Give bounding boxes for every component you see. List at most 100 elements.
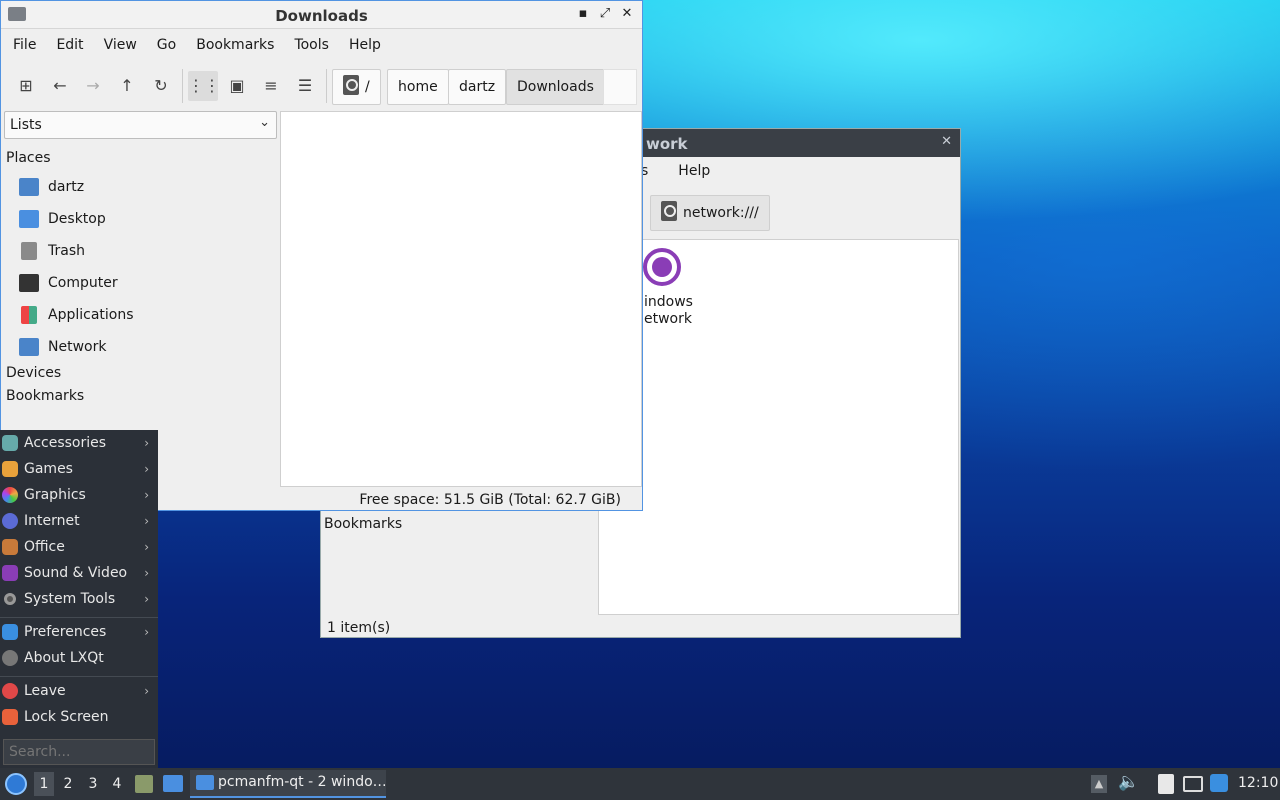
detailed-view-icon[interactable]: ☰ <box>290 71 320 101</box>
maximize-icon[interactable]: ⤢ <box>598 6 612 21</box>
chevron-right-icon: › <box>144 566 149 580</box>
path-downloads-button[interactable]: Downloads <box>506 69 605 105</box>
path-bar-empty[interactable] <box>603 69 637 105</box>
places-header[interactable]: Places <box>6 150 51 166</box>
file-manager-launcher-icon[interactable] <box>135 775 153 793</box>
menu-go[interactable]: Go <box>147 31 186 61</box>
close-icon[interactable]: ✕ <box>620 6 634 21</box>
menu-item-label: Internet <box>24 513 80 529</box>
path-dartz-button[interactable]: dartz <box>448 69 507 105</box>
office-icon <box>2 539 18 555</box>
network-path-label: network:/// <box>683 205 759 221</box>
place-label: Network <box>48 339 107 355</box>
main-menu-button[interactable] <box>5 773 27 795</box>
menu-about-lxqt[interactable]: About LXQt <box>0 645 157 671</box>
trash-icon <box>21 242 37 260</box>
menu-bar: File Edit View Go Bookmarks Tools Help <box>3 31 642 61</box>
path-root-button[interactable]: / <box>332 69 381 105</box>
toolbar-separator <box>182 69 183 103</box>
up-icon[interactable]: ↑ <box>112 71 142 101</box>
network-path-button[interactable]: network:/// <box>650 195 770 231</box>
windows-network-label-line2: etwork <box>644 311 692 327</box>
menu-item-label: Lock Screen <box>24 709 109 725</box>
tray-expand-icon[interactable]: ▲ <box>1091 775 1107 793</box>
path-home-button[interactable]: home <box>387 69 449 105</box>
desktop-4[interactable]: 4 <box>109 772 125 796</box>
clock[interactable]: 12:10 <box>1238 775 1278 791</box>
place-label: dartz <box>48 179 85 195</box>
menu-graphics[interactable]: Graphics › <box>0 482 157 508</box>
home-folder-icon <box>19 178 39 196</box>
menu-separator-2 <box>0 676 158 677</box>
games-icon <box>2 461 18 477</box>
chevron-right-icon: › <box>144 436 149 450</box>
menu-office[interactable]: Office › <box>0 534 157 560</box>
menu-item-label: Leave <box>24 683 66 699</box>
menu-internet[interactable]: Internet › <box>0 508 157 534</box>
menu-accessories[interactable]: Accessories › <box>0 430 157 456</box>
menu-item-label: Graphics <box>24 487 86 503</box>
chevron-right-icon: › <box>144 514 149 528</box>
menu-view[interactable]: View <box>94 31 147 61</box>
system-tools-icon <box>4 593 16 605</box>
desktop-3[interactable]: 3 <box>85 772 101 796</box>
network-close-icon[interactable]: ✕ <box>941 134 952 149</box>
place-applications[interactable]: Applications <box>19 303 134 327</box>
network-file-view[interactable]: indows etwork <box>598 239 959 615</box>
menu-games[interactable]: Games › <box>0 456 157 482</box>
forward-icon[interactable]: → <box>78 71 108 101</box>
icon-view-icon[interactable]: ⋮⋮ <box>188 71 220 101</box>
network-status-icon[interactable] <box>1183 776 1203 792</box>
devices-header[interactable]: Devices <box>6 365 61 381</box>
internet-icon <box>2 513 18 529</box>
place-computer[interactable]: Computer <box>19 271 118 295</box>
power-icon <box>2 683 18 699</box>
minimize-icon[interactable]: ▪ <box>576 6 590 21</box>
desktop-2[interactable]: 2 <box>60 772 76 796</box>
place-trash[interactable]: Trash <box>19 239 85 263</box>
menu-lock-screen[interactable]: Lock Screen <box>0 704 157 730</box>
reload-icon[interactable]: ↻ <box>146 71 176 101</box>
place-label: Desktop <box>48 211 106 227</box>
show-desktop-icon[interactable] <box>163 775 183 792</box>
menu-tools[interactable]: Tools <box>284 31 339 61</box>
taskbar: 1 2 3 4 pcmanfm-qt - 2 windo… ▲ 🔈 12:10 <box>0 768 1280 800</box>
new-tab-icon[interactable]: ⊞ <box>11 71 41 101</box>
menu-edit[interactable]: Edit <box>46 31 93 61</box>
task-button-pcmanfm[interactable]: pcmanfm-qt - 2 windo… <box>190 770 387 798</box>
menu-leave[interactable]: Leave › <box>0 678 157 704</box>
bookmarks-header[interactable]: Bookmarks <box>6 388 84 404</box>
update-notifier-icon[interactable] <box>1210 774 1228 792</box>
side-pane-selector-label: Lists <box>10 117 42 133</box>
chevron-right-icon: › <box>144 540 149 554</box>
place-desktop[interactable]: Desktop <box>19 207 106 231</box>
side-pane-selector[interactable]: Lists ⌄ <box>4 111 277 139</box>
place-dartz[interactable]: dartz <box>19 175 84 199</box>
volume-icon[interactable]: 🔈 <box>1118 772 1139 792</box>
menu-sound-video[interactable]: Sound & Video › <box>0 560 157 586</box>
chevron-down-icon: ⌄ <box>259 115 270 130</box>
compact-view-icon[interactable]: ≡ <box>256 71 286 101</box>
downloads-titlebar[interactable]: Downloads ▪ ⤢ ✕ <box>1 1 642 29</box>
clipboard-icon[interactable] <box>1158 774 1174 794</box>
menu-system-tools[interactable]: System Tools › <box>0 586 157 612</box>
menu-help[interactable]: Help <box>339 31 391 61</box>
network-bookmarks-header[interactable]: Bookmarks <box>324 516 402 532</box>
menu-search-input[interactable] <box>3 739 155 765</box>
menu-preferences[interactable]: Preferences › <box>0 619 157 645</box>
drive-icon <box>661 201 677 221</box>
menu-bookmarks[interactable]: Bookmarks <box>186 31 284 61</box>
menu-item-label: Games <box>24 461 73 477</box>
network-menu-help[interactable]: Help <box>678 163 710 179</box>
menu-file[interactable]: File <box>3 31 46 61</box>
thumbnail-view-icon[interactable]: ▣ <box>222 71 252 101</box>
file-view[interactable] <box>280 111 642 487</box>
desktop-1[interactable]: 1 <box>34 772 54 796</box>
computer-icon <box>19 274 39 292</box>
back-icon[interactable]: ← <box>45 71 75 101</box>
chevron-right-icon: › <box>144 592 149 606</box>
place-network[interactable]: Network <box>19 335 106 359</box>
menu-item-label: Accessories <box>24 435 107 451</box>
desktop-icon <box>19 210 39 228</box>
chevron-right-icon: › <box>144 684 149 698</box>
